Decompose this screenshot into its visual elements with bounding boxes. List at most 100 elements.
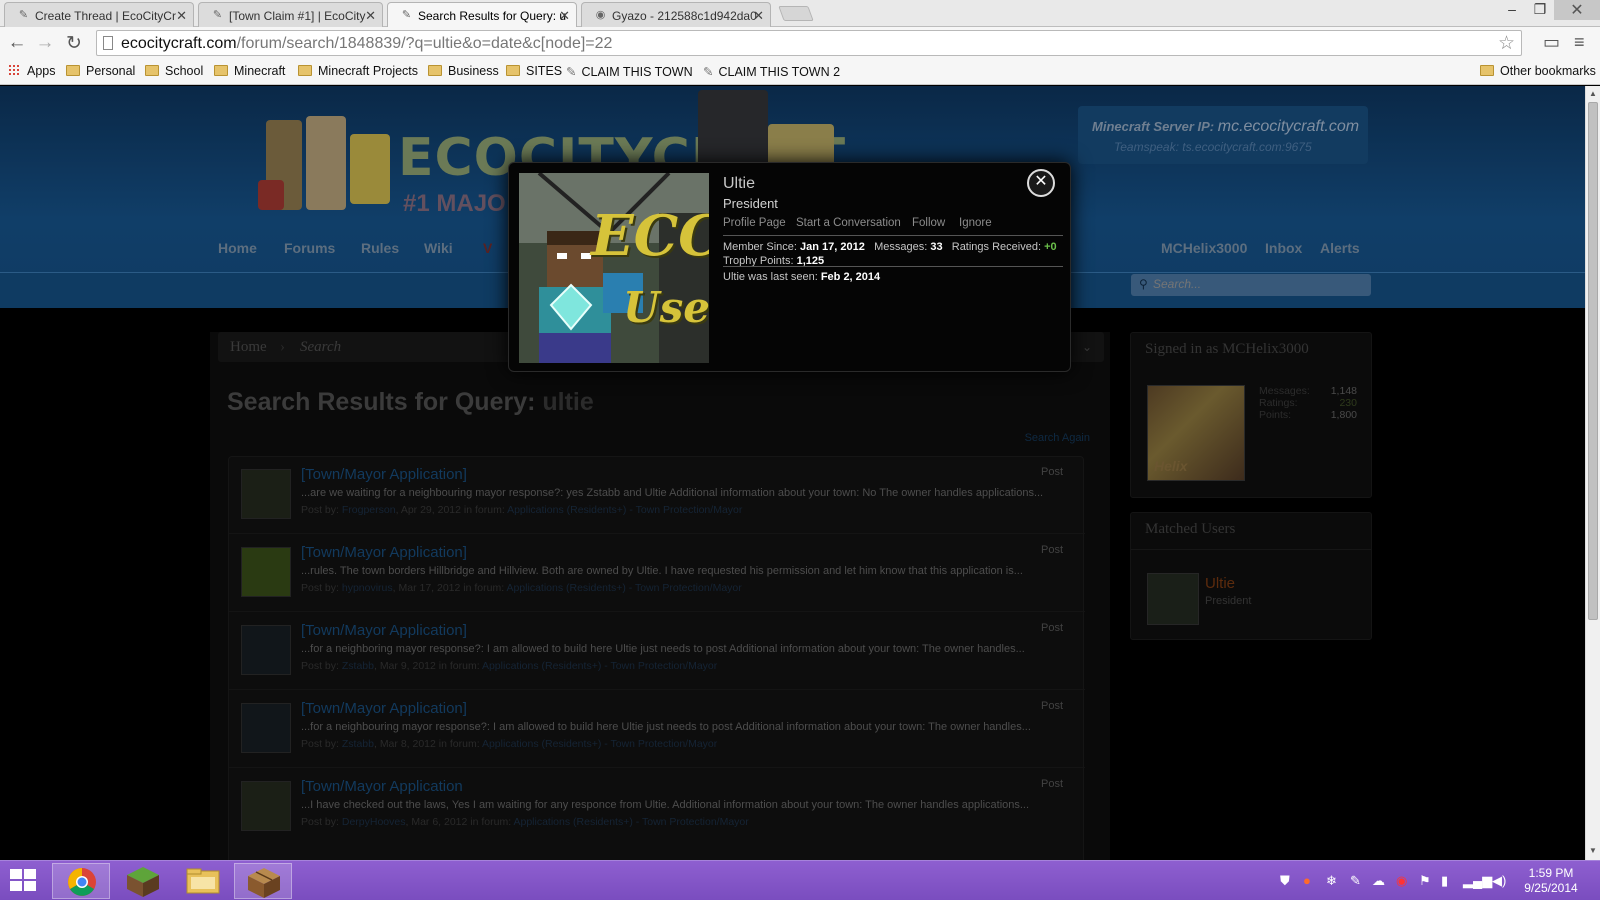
taskbar-crafting-table[interactable] <box>234 863 292 899</box>
follow-link[interactable]: Follow <box>912 217 945 229</box>
bookmark-minecraft-projects[interactable]: Minecraft Projects <box>298 64 418 78</box>
tab-gyazo[interactable]: ◉ Gyazo - 212588c1d942da0 ✕ <box>581 2 771 27</box>
scroll-down-icon[interactable]: ▼ <box>1589 846 1597 855</box>
record-tray-icon[interactable]: ◉ <box>1396 873 1407 889</box>
nav-username[interactable]: MCHelix3000 <box>1161 240 1247 256</box>
bookmark-personal[interactable]: Personal <box>66 64 135 78</box>
search-again-link[interactable]: Search Again <box>1025 432 1090 444</box>
forward-arrow-icon[interactable]: → <box>34 32 56 54</box>
bookmark-claim-this-town-2[interactable]: ✎ CLAIM THIS TOWN 2 <box>703 64 840 79</box>
result-author-link[interactable]: hypnovirus <box>342 582 393 594</box>
bookmark-star-icon[interactable]: ☆ <box>1498 32 1515 55</box>
result-avatar[interactable] <box>241 625 291 675</box>
flag-tray-icon[interactable]: ⚑ <box>1419 873 1431 889</box>
minimize-icon[interactable]: – <box>1498 1 1526 17</box>
matched-users-panel: Matched Users Ultie President <box>1130 512 1372 640</box>
tab-town-claim[interactable]: ✎ [Town Claim #1] | EcoCity ✕ <box>198 2 383 27</box>
result-author-link[interactable]: DerpyHooves <box>342 816 406 828</box>
matched-user-avatar[interactable] <box>1147 573 1199 625</box>
result-author-link[interactable]: Zstabb <box>342 660 374 672</box>
result-avatar[interactable] <box>241 547 291 597</box>
nav-alerts[interactable]: Alerts <box>1320 240 1360 256</box>
tab-search-results[interactable]: ✎ Search Results for Query: u ✕ <box>387 2 577 27</box>
bookmark-apps[interactable]: Apps <box>8 64 56 78</box>
nav-rules[interactable]: Rules <box>361 240 399 256</box>
bookmark-other[interactable]: Other bookmarks <box>1480 64 1596 78</box>
result-title-link[interactable]: [Town/Mayor Application] <box>301 622 467 639</box>
scrollbar-thumb[interactable] <box>1588 102 1598 620</box>
start-conversation-link[interactable]: Start a Conversation <box>796 217 901 229</box>
snowflake-tray-icon[interactable]: ❄ <box>1326 873 1337 889</box>
result-forum-link[interactable]: Applications (Residents+) - Town Protect… <box>507 504 742 516</box>
nav-forums[interactable]: Forums <box>284 240 335 256</box>
member-role: President <box>723 196 778 211</box>
url-text[interactable]: ecocitycraft.com/forum/search/1848839/?q… <box>121 35 612 53</box>
result-avatar[interactable] <box>241 703 291 753</box>
site-search[interactable]: ⚲ <box>1131 274 1371 296</box>
tab-close-icon[interactable]: ✕ <box>559 8 570 24</box>
result-forum-link[interactable]: Applications (Residents+) - Town Protect… <box>482 738 717 750</box>
breadcrumb-home[interactable]: Home <box>230 339 267 356</box>
search-input[interactable] <box>1153 277 1363 291</box>
taskbar-minecraft[interactable] <box>114 863 172 899</box>
restore-icon[interactable]: ❐ <box>1526 1 1554 18</box>
bookmark-claim-this-town[interactable]: ✎ CLAIM THIS TOWN <box>566 64 693 79</box>
nav-inbox[interactable]: Inbox <box>1265 240 1302 256</box>
close-icon[interactable]: ✕ <box>1027 169 1055 197</box>
result-avatar[interactable] <box>241 781 291 831</box>
taskbar-chrome[interactable] <box>52 863 110 899</box>
tab-close-icon[interactable]: ✕ <box>365 8 376 24</box>
reload-icon[interactable]: ↻ <box>63 32 85 55</box>
window-close-icon[interactable]: ✕ <box>1554 0 1600 20</box>
tab-close-icon[interactable]: ✕ <box>753 8 764 24</box>
result-forum-link[interactable]: Applications (Residents+) - Town Protect… <box>513 816 748 828</box>
tab-create-thread[interactable]: ✎ Create Thread | EcoCityCr ✕ <box>4 2 194 27</box>
result-author-link[interactable]: Zstabb <box>342 738 374 750</box>
result-avatar[interactable] <box>241 469 291 519</box>
windows-start-icon[interactable] <box>10 869 38 893</box>
result-title-link[interactable]: [Town/Mayor Application] <box>301 544 467 561</box>
user-avatar[interactable]: Helix <box>1147 385 1245 481</box>
logo-tagline: #1 MAJO <box>403 190 506 217</box>
bookmark-minecraft[interactable]: Minecraft <box>214 64 285 78</box>
member-name[interactable]: Ultie <box>723 175 755 193</box>
scroll-up-icon[interactable]: ▲ <box>1589 89 1597 98</box>
tab-close-icon[interactable]: ✕ <box>176 8 187 24</box>
signal-tray-icon[interactable]: ▂▄▆ <box>1463 873 1492 889</box>
profile-page-link[interactable]: Profile Page <box>723 217 786 229</box>
back-arrow-icon[interactable]: ← <box>6 32 28 54</box>
divider <box>1131 549 1371 550</box>
nav-wiki[interactable]: Wiki <box>424 240 453 256</box>
result-author-link[interactable]: Frogperson <box>342 504 396 516</box>
cast-icon[interactable]: ▭ <box>1543 32 1560 53</box>
chevron-down-icon[interactable]: ⌄ <box>1082 340 1092 355</box>
taskbar-file-explorer[interactable] <box>174 863 232 899</box>
bookmark-sites[interactable]: SITES <box>506 64 562 78</box>
volume-tray-icon[interactable]: ◀) <box>1492 873 1506 889</box>
matched-user-name[interactable]: Ultie <box>1205 575 1235 592</box>
result-snippet: ...rules. The town borders Hillbridge an… <box>301 565 1023 577</box>
menu-icon[interactable]: ≡ <box>1574 32 1585 53</box>
bookmark-school[interactable]: School <box>145 64 203 78</box>
result-title-link[interactable]: [Town/Mayor Application <box>301 778 463 795</box>
ignore-link[interactable]: Ignore <box>959 217 992 229</box>
result-forum-link[interactable]: Applications (Residents+) - Town Protect… <box>482 660 717 672</box>
bookmark-business[interactable]: Business <box>428 64 499 78</box>
breadcrumb-search[interactable]: Search <box>300 339 341 356</box>
result-title-link[interactable]: [Town/Mayor Application] <box>301 700 467 717</box>
new-tab-button[interactable] <box>778 6 814 21</box>
result-forum-link[interactable]: Applications (Residents+) - Town Protect… <box>506 582 741 594</box>
battery-tray-icon[interactable]: ▮ <box>1441 873 1448 889</box>
page-scrollbar[interactable]: ▲ ▼ <box>1585 86 1600 860</box>
nav-home[interactable]: Home <box>218 240 257 256</box>
taskbar-clock[interactable]: 1:59 PM 9/25/2014 <box>1512 866 1590 896</box>
pen-tray-icon[interactable]: ✎ <box>1350 873 1361 889</box>
orange-tray-icon[interactable]: ● <box>1303 873 1311 888</box>
result-title-link[interactable]: [Town/Mayor Application] <box>301 466 467 483</box>
cloud-tray-icon[interactable]: ☁ <box>1372 873 1385 889</box>
nav-item-hidden[interactable]: V <box>483 240 492 256</box>
address-bar[interactable]: ecocitycraft.com/forum/search/1848839/?q… <box>96 30 1522 56</box>
result-item: [Town/Mayor Application] ...for a neighb… <box>229 691 1085 768</box>
member-avatar[interactable]: ECC User <box>519 173 709 363</box>
shield-tray-icon[interactable]: ⛊ <box>1280 873 1290 889</box>
